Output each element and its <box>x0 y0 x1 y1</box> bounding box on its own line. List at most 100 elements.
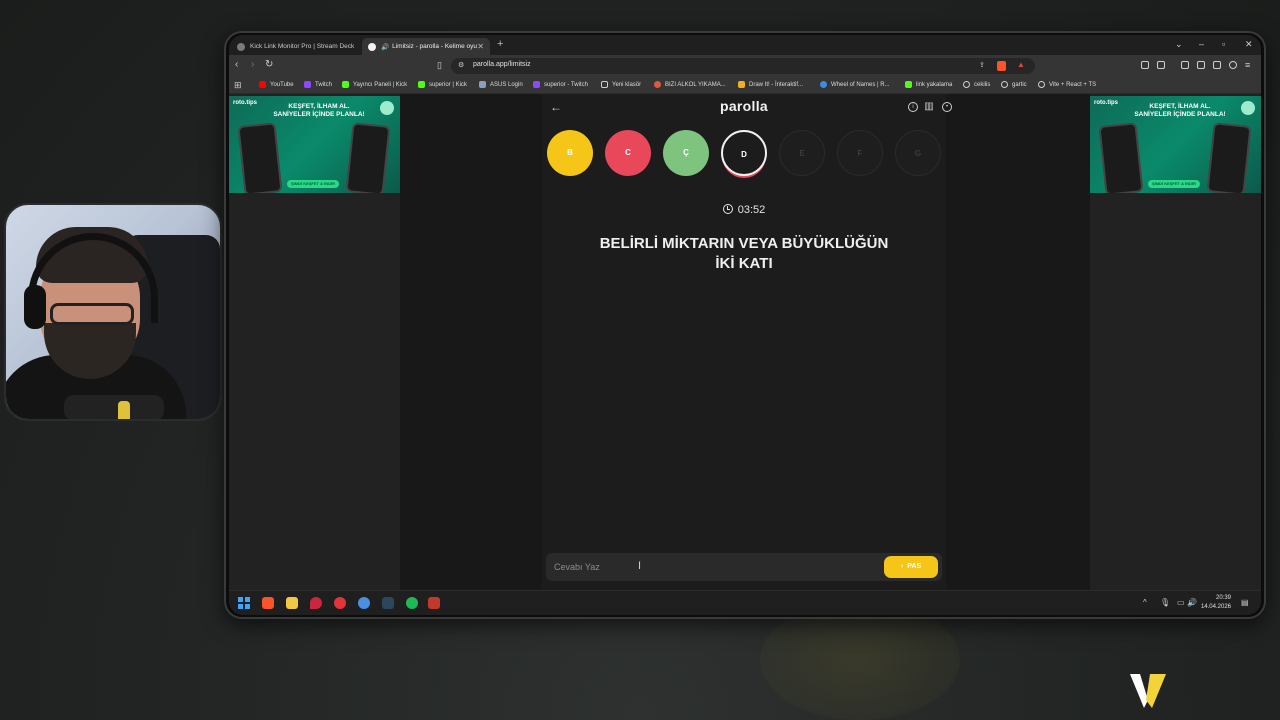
app-icon[interactable] <box>358 597 370 609</box>
bookmark-superior-twitch[interactable]: superior - Twitch <box>533 81 588 88</box>
logo-left-stroke <box>1130 674 1148 708</box>
bookmark-superior-kick[interactable]: superior | Kick <box>418 81 467 88</box>
left-ad-column: roto.tips KEŞFET, İLHAM AL. SANİYELER İÇ… <box>229 94 400 590</box>
pass-button[interactable]: › PAS <box>884 556 938 578</box>
letter-circle-e: E <box>779 130 825 176</box>
ad-brand: roto.tips <box>1094 100 1118 106</box>
site-info-icon[interactable]: ⚙ <box>458 61 464 69</box>
bookmark-folder[interactable]: Yeni klasör <box>601 81 641 88</box>
navigation-bar: ‹ › ↻ ▯ ⚙ parolla.app/limitsiz ⇪ ▲ ≡ <box>229 55 1261 77</box>
reload-icon[interactable]: ↻ <box>265 59 273 70</box>
app-icon[interactable] <box>310 597 322 609</box>
ad-phone-image <box>345 122 391 193</box>
tab-parolla[interactable]: 🔊 Limitsiz - parolla - Kelime oyu ✕ <box>362 38 490 55</box>
wheel-icon <box>820 81 827 88</box>
info-icon[interactable]: i <box>908 102 918 112</box>
microphone-clip <box>118 401 130 419</box>
bookmark-cekilis[interactable]: cekilis <box>963 81 990 88</box>
close-window-icon[interactable]: ✕ <box>1245 39 1253 50</box>
bookmark-link-yakalama[interactable]: link yakalama <box>905 81 952 88</box>
ad-phone-image <box>1098 122 1144 193</box>
brave-browser-icon[interactable] <box>262 597 274 609</box>
steam-icon[interactable] <box>382 597 394 609</box>
url-text: parolla.app/limitsiz <box>473 61 531 68</box>
profile-icon[interactable]: • <box>942 102 952 112</box>
ad-banner-right[interactable]: roto.tips KEŞFET, İLHAM AL. SANİYELER İÇ… <box>1090 96 1261 193</box>
tab-title: Kick Link Monitor Pro | Stream Deck <box>250 43 355 50</box>
tab-strip: Kick Link Monitor Pro | Stream Deck 🔊 Li… <box>229 35 1261 55</box>
back-icon[interactable]: ‹ <box>235 59 238 70</box>
apps-grid-icon[interactable]: ⊞ <box>234 80 242 91</box>
letter-circle-g: G <box>895 130 941 176</box>
kick-icon <box>418 81 425 88</box>
tray-chevron-icon[interactable]: ^ <box>1143 598 1147 607</box>
bookmark-vite[interactable]: Vite + React + TS <box>1038 81 1096 88</box>
ad-banner-left[interactable]: roto.tips KEŞFET, İLHAM AL. SANİYELER İÇ… <box>229 96 400 193</box>
folder-icon <box>601 81 608 88</box>
taskbar-clock[interactable]: 20:39 14.04.2026 <box>1195 594 1231 612</box>
bookmark-wheel-of-names[interactable]: Wheel of Names | R... <box>820 81 890 88</box>
ad-cta-button[interactable]: ŞİMDİ KEŞFET & İNDİR <box>1148 180 1200 188</box>
bookmark-kick-panel[interactable]: Yayıncı Paneli | Kick <box>342 81 407 88</box>
ad-headline: KEŞFET, İLHAM AL. SANİYELER İÇİNDE PLANL… <box>273 103 365 118</box>
browser-screen: Kick Link Monitor Pro | Stream Deck 🔊 Li… <box>229 35 1261 615</box>
tab-groups-icon[interactable] <box>1157 61 1165 69</box>
file-explorer-icon[interactable] <box>286 597 298 609</box>
restore-icon[interactable]: ▫ <box>1222 39 1225 49</box>
share-icon[interactable]: ⇪ <box>979 61 985 69</box>
answer-bar: I ›PAS <box>546 553 942 581</box>
bookmark-gartic[interactable]: gartic <box>1001 81 1027 88</box>
windows-start-icon[interactable] <box>238 597 250 609</box>
draw-it-icon <box>738 81 745 88</box>
new-tab-icon[interactable]: + <box>497 38 503 50</box>
notification-icon[interactable]: ▤ <box>1241 598 1249 607</box>
close-tab-icon[interactable]: ✕ <box>477 42 484 51</box>
tab-title: Limitsiz - parolla - Kelime oyu <box>392 43 477 50</box>
app-icon[interactable] <box>428 597 440 609</box>
spotify-icon[interactable] <box>406 597 418 609</box>
letter-circle-c: C <box>605 130 651 176</box>
logo-right-stroke <box>1146 674 1166 708</box>
stats-icon[interactable]: ▥ <box>924 102 934 112</box>
minimize-icon[interactable]: – <box>1199 39 1204 49</box>
letter-circle-f: F <box>837 130 883 176</box>
menu-icon[interactable]: ≡ <box>1245 60 1250 70</box>
windows-taskbar: ^ 🎙 ▭ 🔊 20:39 14.04.2026 ▤ <box>229 590 1261 615</box>
sidebar-icon[interactable] <box>1181 61 1189 69</box>
network-icon[interactable]: ▭ <box>1177 598 1185 607</box>
brave-rewards-icon[interactable]: ▲ <box>1017 60 1025 69</box>
letter-circle-b: B <box>547 130 593 176</box>
ad-cta-button[interactable]: ŞİMDİ KEŞFET & İNDİR <box>287 180 339 188</box>
question-text: BELİRLİ MİKTARIN VEYA BÜYÜKLÜĞÜN İKİ KAT… <box>599 235 889 272</box>
letter-circle-d-active: D <box>721 130 767 176</box>
bookmark-icon[interactable]: ▯ <box>437 60 442 71</box>
letter-circle-c-cedilla: Ç <box>663 130 709 176</box>
tab-kick-link-monitor[interactable]: Kick Link Monitor Pro | Stream Deck <box>231 38 361 55</box>
countdown-timer: 03:52 <box>542 204 946 216</box>
bookmark-youtube[interactable]: YouTube <box>259 81 294 88</box>
speaker-icon: 🔊 <box>381 43 390 51</box>
tab-search-chevron-icon[interactable]: ⌄ <box>1175 39 1183 50</box>
tab-favicon-icon <box>237 42 245 51</box>
bookmark-alkol[interactable]: BIZI ALKOL YIKAMA... <box>654 81 726 88</box>
extensions-icon[interactable] <box>1141 61 1149 69</box>
forward-icon[interactable]: › <box>251 59 254 70</box>
bookmark-twitch[interactable]: Twitch <box>304 81 332 88</box>
brave-shields-icon[interactable] <box>997 61 1006 71</box>
ad-phone-image <box>237 122 283 193</box>
answer-input[interactable] <box>554 558 864 576</box>
bookmark-draw-it[interactable]: Draw It! - İnteraktif... <box>738 81 803 88</box>
microphone-icon[interactable]: 🎙 <box>1160 598 1170 607</box>
ad-headline: KEŞFET, İLHAM AL. SANİYELER İÇİNDE PLANL… <box>1134 103 1226 118</box>
vpn-icon[interactable] <box>1229 61 1237 69</box>
leo-icon[interactable] <box>1213 61 1221 69</box>
twitch-icon <box>304 81 311 88</box>
bookmark-asus-login[interactable]: ASUS Login <box>479 81 523 88</box>
kick-icon <box>905 81 912 88</box>
app-icon[interactable] <box>334 597 346 609</box>
globe-icon <box>1038 81 1045 88</box>
address-bar[interactable]: ⚙ parolla.app/limitsiz ⇪ ▲ <box>451 58 1035 74</box>
ad-badge <box>1241 101 1255 115</box>
parolla-logo: parolla <box>719 98 768 114</box>
wallet-icon[interactable] <box>1197 61 1205 69</box>
